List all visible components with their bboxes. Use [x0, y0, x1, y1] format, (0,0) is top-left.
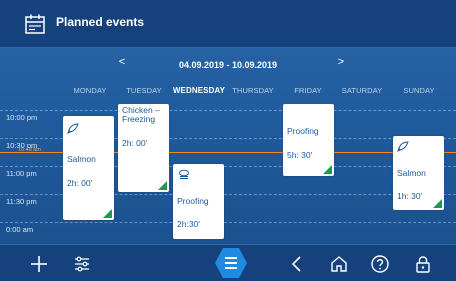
day-header-monday[interactable]: MONDAY — [62, 86, 118, 95]
event-status-marker — [323, 165, 332, 174]
grid-line — [0, 110, 456, 111]
lock-icon[interactable] — [411, 252, 435, 276]
page-title: Planned events — [56, 15, 145, 29]
event-card-wednesday[interactable]: Proofing 2h:30' — [173, 164, 224, 239]
event-status-marker — [103, 209, 112, 218]
day-header-row: MONDAY TUESDAY WEDNESDAY THURSDAY FRIDAY… — [0, 86, 456, 100]
fish-icon — [67, 123, 79, 134]
planned-events-screen: Planned events < 04.09.2019 - 10.09.2019… — [0, 0, 456, 281]
help-icon[interactable] — [368, 252, 392, 276]
event-card-monday[interactable]: Salmon 2h: 00' — [63, 116, 114, 220]
fish-icon — [397, 141, 409, 152]
next-week-button[interactable]: > — [333, 56, 349, 74]
home-icon[interactable] — [327, 252, 351, 276]
menu-icon[interactable] — [214, 247, 248, 279]
event-duration: 2h: 00' — [67, 178, 93, 188]
event-status-marker — [433, 199, 442, 208]
day-header-tuesday[interactable]: TUESDAY — [116, 86, 172, 95]
event-card-tuesday[interactable]: Chicken – Freezing 2h: 00' — [118, 104, 169, 192]
sliders-icon[interactable] — [70, 252, 94, 276]
event-status-marker — [158, 181, 167, 190]
day-header-friday[interactable]: FRIDAY — [280, 86, 336, 95]
event-card-sunday[interactable]: Salmon 1h: 30' — [393, 136, 444, 210]
event-name: Proofing — [177, 196, 209, 206]
time-label: 11:00 pm — [6, 169, 37, 178]
day-header-sunday[interactable]: SUNDAY — [391, 86, 447, 95]
week-navigation: < 04.09.2019 - 10.09.2019 > — [0, 56, 456, 76]
timeline-grid[interactable]: 10:00 pm 10:30 pm 11:00 pm 11:30 pm 0:00… — [0, 104, 456, 239]
chevron-left-icon[interactable] — [285, 252, 309, 276]
time-label: 10:00 pm — [6, 113, 38, 122]
day-header-wednesday[interactable]: WEDNESDAY — [171, 86, 227, 95]
event-duration: 1h: 30' — [397, 191, 423, 201]
plus-icon[interactable] — [27, 252, 51, 276]
day-header-thursday[interactable]: THURSDAY — [225, 86, 281, 95]
event-duration: 2h:30' — [177, 219, 200, 229]
event-name: Salmon — [67, 154, 96, 164]
title-bar: Planned events — [0, 0, 456, 48]
current-time-label: 10:48 am — [18, 147, 41, 153]
day-header-saturday[interactable]: SATURDAY — [334, 86, 390, 95]
event-name: Chicken – Freezing — [122, 105, 160, 124]
time-label: 11:30 pm — [6, 197, 37, 206]
event-name: Proofing — [287, 126, 319, 136]
event-card-friday[interactable]: Proofing 5h: 30' — [283, 104, 334, 176]
week-date-range: 04.09.2019 - 10.09.2019 — [178, 60, 278, 70]
event-name: Salmon — [397, 168, 426, 178]
event-duration: 2h: 00' — [122, 138, 148, 148]
bread-icon — [179, 169, 189, 179]
grid-line — [0, 222, 456, 223]
event-duration: 5h: 30' — [287, 150, 313, 160]
time-label: 0:00 am — [6, 225, 34, 234]
calendar-icon — [25, 14, 45, 34]
